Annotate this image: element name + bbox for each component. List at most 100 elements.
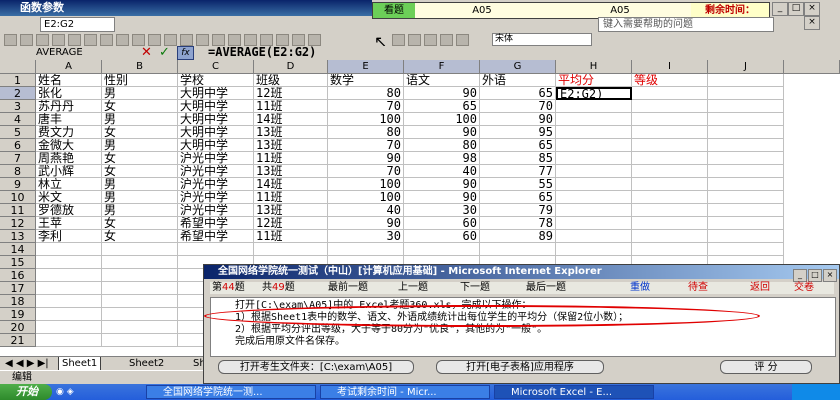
cell[interactable] (556, 126, 632, 139)
cell[interactable] (708, 204, 784, 217)
cell[interactable] (556, 139, 632, 152)
cell[interactable]: 费文力 (36, 126, 102, 139)
open-icon[interactable] (20, 34, 33, 46)
row-header[interactable]: 6 (0, 139, 36, 152)
taskbar-item-timer[interactable]: 考试剩余时间 - Micr... (320, 385, 490, 399)
cell[interactable] (36, 334, 102, 347)
cell[interactable] (102, 256, 178, 269)
cell[interactable]: 女 (102, 165, 178, 178)
cell[interactable]: 90 (404, 191, 480, 204)
cell[interactable]: 13班 (254, 165, 328, 178)
cell[interactable]: 80 (328, 87, 404, 100)
cell[interactable] (556, 243, 632, 256)
cell[interactable]: 平均分 (556, 74, 632, 87)
spell-icon[interactable] (84, 34, 97, 46)
cell[interactable] (708, 243, 784, 256)
cell[interactable] (708, 152, 784, 165)
cell[interactable] (632, 126, 708, 139)
close-icon[interactable]: × (823, 269, 837, 282)
cell[interactable] (36, 308, 102, 321)
cell[interactable]: 沪光中学 (178, 204, 254, 217)
cell[interactable]: 90 (480, 113, 556, 126)
active-cell[interactable]: E2:G2) (556, 87, 632, 100)
cell[interactable]: 女 (102, 100, 178, 113)
cell[interactable]: 14班 (254, 178, 328, 191)
select-all-corner[interactable] (0, 60, 36, 74)
cell[interactable] (632, 139, 708, 152)
cell[interactable]: 80 (404, 139, 480, 152)
cell[interactable] (708, 230, 784, 243)
cell[interactable]: 数学 (328, 74, 404, 87)
submit-button[interactable]: 交卷 (794, 282, 814, 294)
cell[interactable]: 沪光中学 (178, 191, 254, 204)
insert-function-icon[interactable]: fx (177, 46, 194, 60)
cell[interactable]: 林立 (36, 178, 102, 191)
cell[interactable]: 90 (404, 126, 480, 139)
cell[interactable]: 男 (102, 87, 178, 100)
column-header[interactable]: A (36, 60, 102, 74)
cell[interactable] (556, 230, 632, 243)
cell[interactable]: 77 (480, 165, 556, 178)
cell[interactable]: 学校 (178, 74, 254, 87)
back-button[interactable]: 返回 (750, 282, 770, 294)
cell[interactable] (556, 204, 632, 217)
cell[interactable] (556, 165, 632, 178)
cell[interactable] (708, 165, 784, 178)
cell[interactable]: 65 (480, 191, 556, 204)
cell[interactable]: 13班 (254, 126, 328, 139)
cell[interactable] (556, 152, 632, 165)
cell[interactable]: 王苹 (36, 217, 102, 230)
grade-button[interactable]: 评 分 (720, 360, 812, 374)
cell[interactable]: 98 (404, 152, 480, 165)
cell[interactable] (254, 243, 328, 256)
column-header[interactable]: F (404, 60, 480, 74)
cell[interactable]: 大明中学 (178, 113, 254, 126)
cell[interactable] (632, 204, 708, 217)
maximize-icon[interactable]: □ (808, 269, 822, 282)
cell[interactable] (632, 217, 708, 230)
cell[interactable]: 男 (102, 178, 178, 191)
row-header[interactable]: 19 (0, 308, 36, 321)
cell[interactable] (708, 87, 784, 100)
row-header[interactable]: 21 (0, 334, 36, 347)
first-question-button[interactable]: 最前一题 (328, 282, 368, 294)
cell[interactable] (36, 295, 102, 308)
cell[interactable]: 60 (404, 230, 480, 243)
cell[interactable] (632, 243, 708, 256)
close-workbook-icon[interactable]: × (804, 16, 820, 30)
cell[interactable] (556, 100, 632, 113)
cell[interactable] (36, 243, 102, 256)
cell[interactable]: 100 (328, 113, 404, 126)
cell[interactable]: 班级 (254, 74, 328, 87)
maximize-icon[interactable]: □ (788, 2, 804, 16)
cell[interactable]: 90 (404, 178, 480, 191)
cell[interactable]: 姓名 (36, 74, 102, 87)
cell[interactable] (632, 87, 708, 100)
cell[interactable]: 100 (328, 178, 404, 191)
cell[interactable] (36, 321, 102, 334)
cell[interactable]: 12班 (254, 217, 328, 230)
sheet-tab-2[interactable]: Sheet2 (126, 357, 167, 370)
column-header[interactable]: B (102, 60, 178, 74)
cell[interactable] (102, 282, 178, 295)
row-header[interactable]: 20 (0, 321, 36, 334)
cell[interactable] (708, 217, 784, 230)
row-header[interactable]: 17 (0, 282, 36, 295)
minimize-icon[interactable]: _ (793, 269, 807, 282)
cell[interactable]: 14班 (254, 113, 328, 126)
cell[interactable]: 40 (404, 165, 480, 178)
cell[interactable]: 性别 (102, 74, 178, 87)
cell[interactable]: 李利 (36, 230, 102, 243)
cell[interactable] (556, 178, 632, 191)
cell[interactable] (708, 126, 784, 139)
cell[interactable] (36, 269, 102, 282)
cell[interactable]: 70 (328, 100, 404, 113)
help-search-input[interactable]: 键入需要帮助的问题 (598, 17, 774, 32)
cell[interactable] (178, 243, 254, 256)
column-header[interactable]: E (328, 60, 404, 74)
cell[interactable]: 希望中学 (178, 230, 254, 243)
next-question-button[interactable]: 下一题 (460, 282, 490, 294)
cell[interactable]: 79 (480, 204, 556, 217)
cell[interactable]: 65 (480, 139, 556, 152)
cell[interactable]: 30 (404, 204, 480, 217)
